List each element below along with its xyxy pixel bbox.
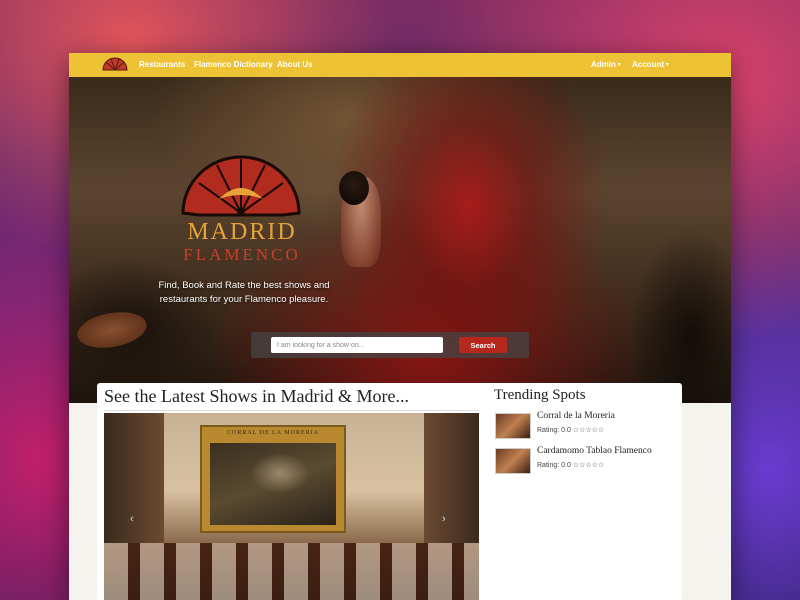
nav-link-flamenco-dictionary[interactable]: Flamenco Dictionary bbox=[194, 60, 273, 69]
nav-link-about-us[interactable]: About Us bbox=[277, 60, 313, 69]
nav-account-label: Account bbox=[632, 60, 664, 69]
latest-shows-heading: See the Latest Shows in Madrid & More... bbox=[104, 386, 409, 406]
caret-down-icon: ▼ bbox=[616, 61, 622, 68]
nav-link-restaurants[interactable]: Restaurants bbox=[139, 60, 185, 69]
fan-emblem-icon bbox=[181, 155, 301, 217]
background-figure bbox=[631, 227, 731, 403]
show-carousel-image[interactable]: CORRAL DE LA MORERIA ‹ › bbox=[104, 413, 479, 600]
trending-spots-heading: Trending Spots bbox=[494, 387, 586, 403]
painting bbox=[210, 443, 336, 525]
browser-page: Restaurants Flamenco Dictionary About Us… bbox=[69, 53, 731, 600]
nav-dropdown-admin[interactable]: Admin▼ bbox=[591, 60, 622, 69]
trending-item[interactable]: Corral de la Moreria Rating: 0.0 ☆☆☆☆☆ bbox=[495, 411, 680, 441]
content-panel: See the Latest Shows in Madrid & More...… bbox=[97, 383, 682, 600]
dining-tables bbox=[104, 543, 479, 600]
trending-thumbnail bbox=[495, 413, 531, 439]
fan-logo-icon[interactable] bbox=[102, 57, 128, 71]
venue-arch-left bbox=[104, 413, 164, 563]
chevron-right-icon[interactable]: › bbox=[442, 513, 446, 525]
hero-banner: MADRID FLAMENCO Find, Book and Rate the … bbox=[69, 77, 731, 403]
trending-item[interactable]: Cardamomo Tablao Flamenco Rating: 0.0 ☆☆… bbox=[495, 446, 680, 476]
painting-label: CORRAL DE LA MORERIA bbox=[227, 430, 319, 436]
trending-item-name: Corral de la Moreria bbox=[537, 411, 615, 421]
nav-admin-label: Admin bbox=[591, 60, 616, 69]
hero-search-bar: Search bbox=[251, 332, 529, 358]
hero-tagline: Find, Book and Rate the best shows and r… bbox=[158, 280, 330, 305]
top-navbar: Restaurants Flamenco Dictionary About Us… bbox=[69, 53, 731, 77]
caret-down-icon: ▼ bbox=[665, 61, 670, 68]
venue-arch-right bbox=[424, 413, 479, 563]
trending-thumbnail bbox=[495, 448, 531, 474]
chevron-left-icon[interactable]: ‹ bbox=[130, 513, 134, 525]
brand-subname: FLAMENCO bbox=[183, 245, 301, 264]
trending-item-rating: Rating: 0.0 ☆☆☆☆☆ bbox=[537, 427, 605, 434]
brand-name: MADRID bbox=[187, 219, 297, 245]
trending-item-name: Cardamomo Tablao Flamenco bbox=[537, 446, 652, 456]
trending-item-rating: Rating: 0.0 ☆☆☆☆☆ bbox=[537, 462, 605, 469]
nav-dropdown-account[interactable]: Account▼ bbox=[632, 60, 670, 69]
search-input[interactable] bbox=[271, 337, 443, 353]
divider bbox=[104, 410, 479, 411]
dancer-head bbox=[339, 171, 369, 205]
search-button[interactable]: Search bbox=[459, 337, 507, 353]
